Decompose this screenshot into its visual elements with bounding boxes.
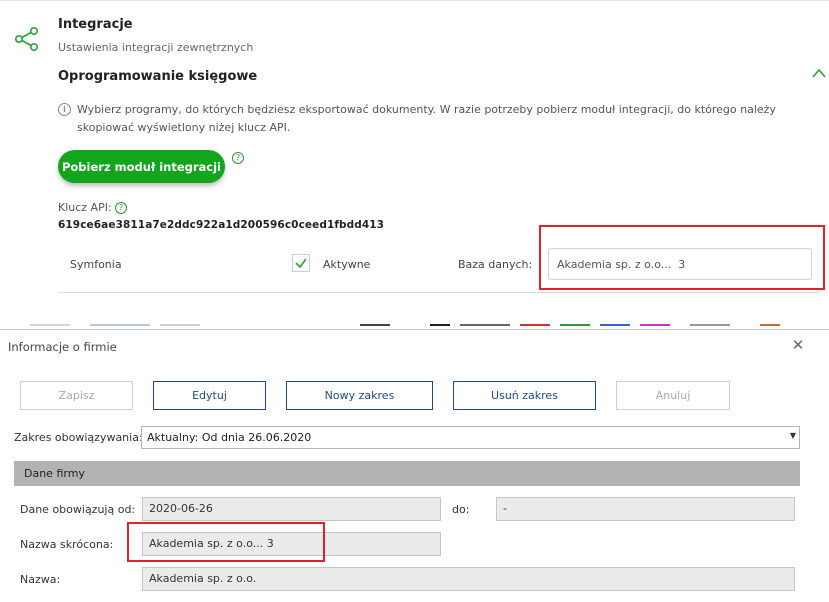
section-title: Oprogramowanie księgowe [58,69,258,84]
chevron-up-icon[interactable] [812,67,826,79]
active-checkbox[interactable] [292,254,310,272]
help-icon[interactable]: ? [232,152,244,164]
short-name-label: Nazwa skrócona: [20,538,114,551]
database-label: Baza danych: [458,258,533,271]
check-icon [295,258,307,269]
background-strip [0,320,829,329]
download-module-button[interactable]: Pobierz moduł integracji [58,150,225,183]
info-text: Wybierz programy, do których będziesz ek… [77,103,776,134]
valid-from-label: Dane obowiązują od: [20,503,136,516]
page-subtitle: Ustawienia integracji zewnętrznych [58,41,254,54]
range-select[interactable]: Aktualny: Od dnia 26.06.2020 ▼ [141,426,800,449]
valid-from-field[interactable]: 2020-06-26 [142,497,441,521]
divider [0,0,829,1]
divider [58,292,820,293]
section-header-label: Dane firmy [24,467,85,480]
page-title: Integracje [58,17,133,32]
highlight-box [539,225,825,290]
new-range-button[interactable]: Nowy zakres [286,381,433,410]
company-info-dialog: Informacje o firmie ✕ Zapisz Edytuj Nowy… [0,329,829,602]
valid-to-field[interactable]: - [496,497,795,521]
program-name: Symfonia [70,258,122,271]
range-select-value: Aktualny: Od dnia 26.06.2020 [147,431,312,444]
api-key-label: Klucz API: [58,201,112,214]
active-label: Aktywne [323,258,371,271]
to-label: do: [452,503,470,516]
name-label: Nazwa: [20,573,61,586]
range-label: Zakres obowiązywania: [14,431,143,444]
section-header: Dane firmy [14,461,800,486]
cancel-button[interactable]: Anuluj [616,381,730,410]
save-button[interactable]: Zapisz [20,381,133,410]
highlight-box [127,522,325,562]
api-key-value: 619ce6ae3811a7e2ddc922a1d200596c0ceed1fb… [58,219,385,231]
edit-button[interactable]: Edytuj [153,381,266,410]
help-icon[interactable]: ? [115,202,127,214]
info-icon: i [58,103,71,116]
close-icon[interactable]: ✕ [790,337,806,353]
dropdown-arrow-icon: ▼ [789,431,796,440]
share-icon [14,26,38,51]
delete-range-button[interactable]: Usuń zakres [453,381,596,410]
name-field[interactable]: Akademia sp. z o.o. [142,567,795,591]
dialog-title: Informacje o firmie [8,340,117,354]
